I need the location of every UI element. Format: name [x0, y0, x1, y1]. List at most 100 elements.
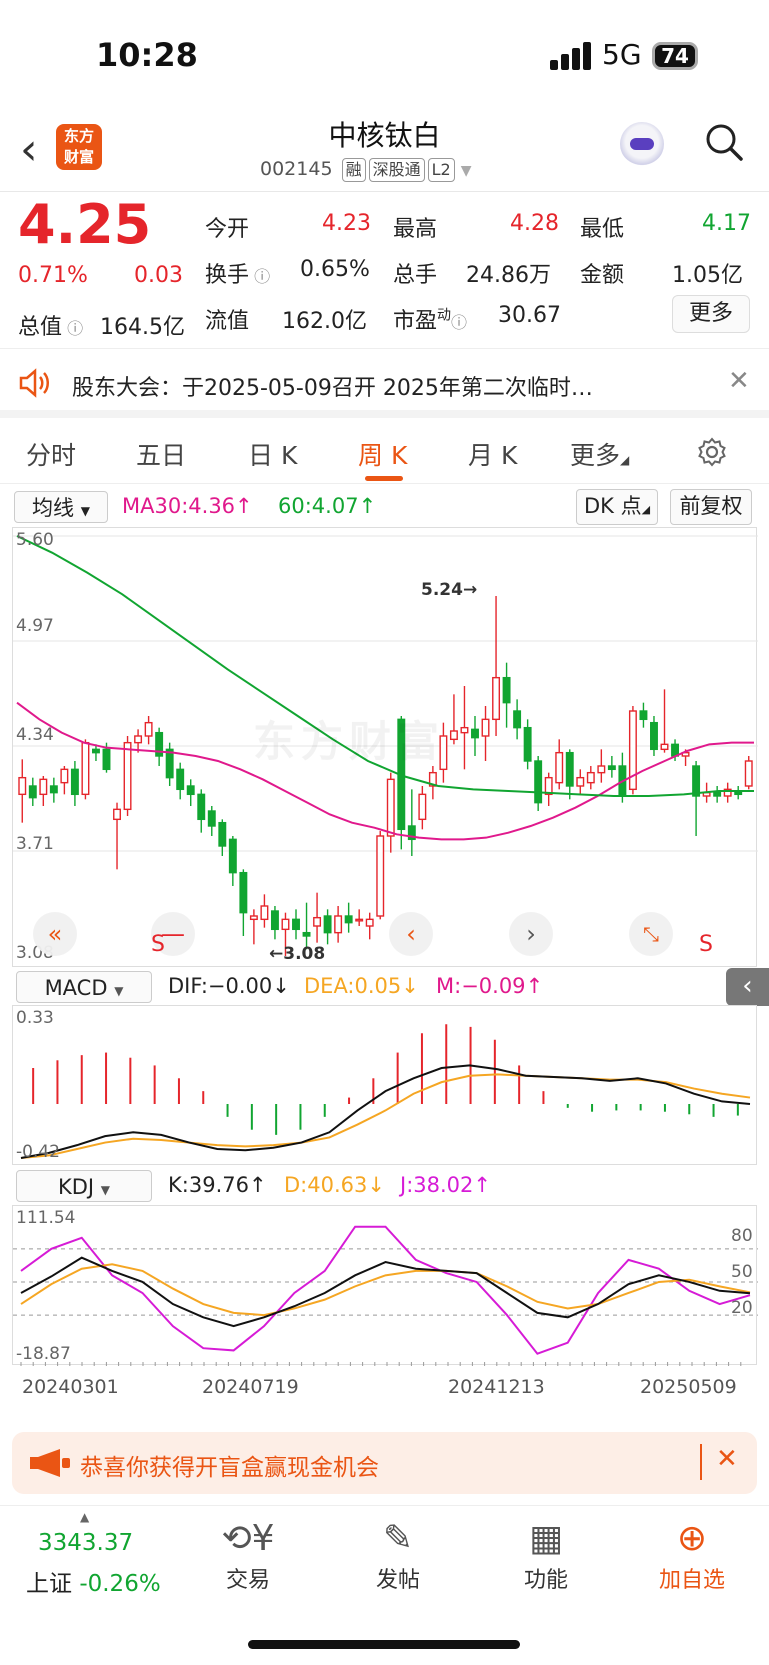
tab-intraday[interactable]: 分时 — [26, 436, 76, 472]
index-row[interactable]: 上证 -0.26% — [26, 1564, 161, 1598]
candle-body — [713, 791, 722, 797]
network-type: 5G — [602, 38, 642, 71]
search-icon[interactable] — [704, 122, 744, 162]
candle-body — [639, 710, 648, 721]
candle-body — [576, 776, 585, 787]
candle-body — [460, 726, 469, 734]
adjustment-toggle[interactable]: 前复权 — [670, 489, 752, 525]
candle-body — [123, 741, 132, 811]
macd-chart-frame[interactable]: 0.33 -0.42 — [12, 1005, 757, 1165]
indicator-select[interactable]: 均线 ▼ — [14, 491, 108, 523]
y-label-2: 4.97 — [16, 616, 54, 636]
candle-body — [186, 785, 195, 796]
promo-banner[interactable]: 恭喜你获得开盲盒赢现金机会 ✕ — [12, 1432, 757, 1494]
high-marker: 5.24→ — [421, 580, 478, 600]
signal-icon — [550, 40, 594, 70]
candle-body — [113, 808, 121, 821]
kdj-k: K:39.76↑ — [168, 1173, 267, 1197]
date-label-1: 20240301 — [22, 1376, 119, 1398]
candle-body — [249, 915, 258, 921]
scroll-right-icon[interactable]: › — [509, 912, 553, 956]
assistant-robot-icon[interactable] — [620, 122, 664, 166]
tab-monthly[interactable]: 月 K — [468, 436, 517, 472]
candle-body — [344, 915, 353, 924]
collapse-panel-icon[interactable]: ‹ — [726, 968, 769, 1006]
index-arrow-icon: ▲ — [80, 1510, 90, 1524]
candle-body — [586, 771, 595, 784]
sell-signal-s: S — [151, 932, 165, 957]
candle-body — [176, 768, 185, 791]
candle-body — [650, 721, 658, 751]
candle-body — [597, 765, 606, 774]
candle-body — [228, 838, 237, 874]
candle-body — [292, 918, 300, 931]
tab-weekly[interactable]: 周 K — [358, 436, 407, 472]
candle-body — [386, 778, 395, 837]
tab-more[interactable]: 更多◢ — [570, 436, 629, 472]
kdj-j: J:38.02↑ — [400, 1173, 491, 1197]
amount-value: 1.05亿 — [672, 263, 743, 288]
stock-code-row[interactable]: 002145 融深股通 L2 ▼ — [260, 158, 472, 182]
open-value: 4.23 — [322, 211, 371, 236]
kline-chart-frame[interactable]: 东方财富 5.60 4.97 4.34 3.71 3.08 5.24→ ←3.0… — [12, 527, 758, 967]
date-label-3: 20241213 — [448, 1376, 545, 1398]
macd-chart[interactable] — [13, 1006, 758, 1166]
announcement-bar[interactable]: 股东大会：于2025-05-09召开 2025年第二次临时… ✕ — [0, 350, 769, 418]
candle-body — [565, 751, 574, 787]
candle-body — [323, 915, 332, 934]
macd-dif: DIF:−0.00↓ — [168, 974, 290, 998]
amount-label: 金额 — [580, 263, 625, 288]
low-value: 4.17 — [702, 211, 751, 236]
kdj-select[interactable]: KDJ ▼ — [16, 1170, 152, 1202]
kdj-chart[interactable] — [13, 1206, 758, 1366]
candle-body — [607, 765, 616, 771]
scroll-left-fast-icon[interactable]: « — [33, 912, 77, 956]
candle-body — [692, 765, 701, 797]
battery-icon: 74 — [652, 42, 698, 70]
volume-label: 总手 — [393, 263, 438, 288]
candle-body — [102, 748, 111, 771]
scroll-left-icon[interactable]: ‹ — [389, 912, 433, 956]
candle-body — [207, 810, 216, 827]
speaker-icon — [19, 368, 49, 398]
candle-body — [218, 821, 227, 847]
nav-trade[interactable]: ⟲¥ 交易 — [188, 1516, 308, 1594]
more-button[interactable]: 更多 — [672, 295, 750, 333]
mcap-value: 164.5亿 — [100, 315, 185, 340]
candle-body — [502, 676, 511, 704]
add-circle-icon: ⊕ — [676, 1518, 708, 1559]
tag-margin: 融 — [341, 158, 366, 182]
low-marker: ←3.08 — [269, 944, 326, 964]
kdj-d: D:40.63↓ — [284, 1173, 385, 1197]
candle-body — [313, 916, 322, 927]
macd-select[interactable]: MACD ▼ — [16, 971, 152, 1003]
ma60-readout: 60:4.07↑ — [278, 494, 377, 518]
period-tabs: 分时 五日 日 K 周 K 月 K 更多◢ — [0, 418, 769, 484]
settings-gear-icon[interactable] — [696, 436, 728, 468]
tab-daily[interactable]: 日 K — [248, 436, 297, 472]
edit-icon: ✎ — [382, 1518, 414, 1559]
kdj-chart-frame[interactable]: 111.54 -18.87 80 50 20 — [12, 1205, 758, 1366]
kdj-level-20: 20 — [731, 1298, 753, 1318]
float-label: 流值 — [205, 309, 250, 334]
candle-body — [365, 918, 374, 927]
macd-m: M:−0.09↑ — [436, 974, 544, 998]
nav-functions[interactable]: ▦ 功能 — [486, 1516, 606, 1594]
kdj-d-line — [20, 1263, 751, 1317]
dk-point-toggle[interactable]: DK 点◢ — [576, 489, 658, 525]
nav-post[interactable]: ✎ 发帖 — [338, 1516, 458, 1594]
megaphone-icon — [30, 1449, 70, 1477]
candle-body — [523, 726, 532, 762]
yen-cycle-icon: ⟲¥ — [221, 1518, 275, 1559]
high-label: 最高 — [393, 217, 438, 242]
nav-add-watchlist[interactable]: ⊕ 加自选 — [632, 1516, 752, 1594]
tab-5day[interactable]: 五日 — [136, 436, 186, 472]
promo-divider — [700, 1444, 702, 1480]
expand-icon[interactable]: ⤡ — [629, 912, 673, 956]
y-label-3: 4.34 — [16, 725, 54, 745]
index-value[interactable]: 3343.37 — [38, 1530, 133, 1556]
tag-l2: L2 — [427, 158, 455, 182]
candle-body — [197, 793, 206, 821]
close-icon[interactable]: ✕ — [728, 366, 750, 396]
promo-close-icon[interactable]: ✕ — [716, 1444, 738, 1474]
